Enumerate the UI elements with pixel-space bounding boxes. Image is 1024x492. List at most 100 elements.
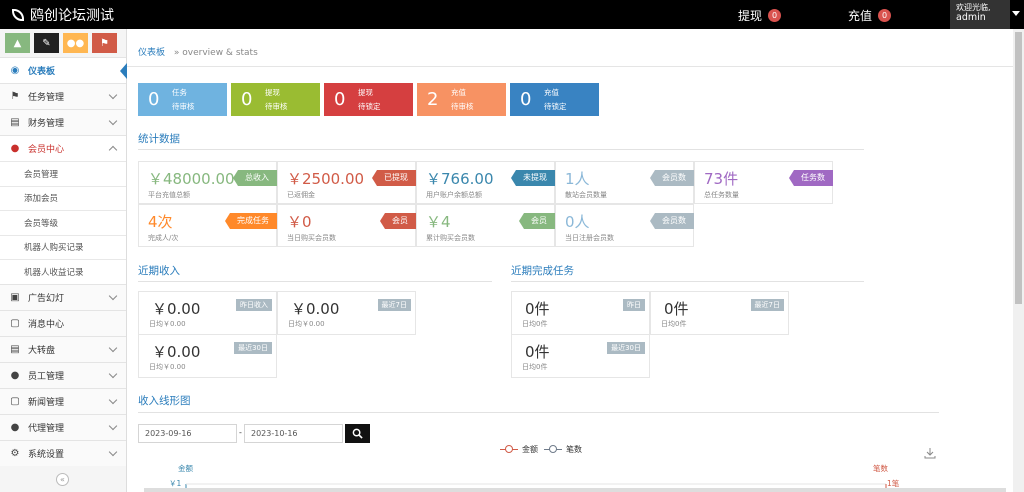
bookmark-icon: ▢ xyxy=(10,317,20,329)
stat-label: 总任务数量 xyxy=(704,191,739,199)
sidebar-subitem-member-manage[interactable]: 会员管理 xyxy=(0,161,126,186)
sidebar-item-label: 大转盘 xyxy=(28,345,56,356)
date-to-input[interactable]: 2023-10-16 xyxy=(244,424,343,443)
recharge-label: 充值 xyxy=(848,9,873,23)
task-card-30days: 0件 日均0件 最近30日 xyxy=(511,334,650,378)
stat-value: ￥766.00 xyxy=(426,170,494,188)
task-value: 0件 xyxy=(525,343,550,361)
sidebar-subitem-robot-purchase[interactable]: 机器人购买记录 xyxy=(0,234,126,259)
sidebar-item-label: 新闻管理 xyxy=(28,397,65,408)
sidebar-item-label: 广告幻灯 xyxy=(28,293,65,304)
infobox-withdraw-pending[interactable]: 0 提现 待审核 xyxy=(231,83,320,116)
sidebar-item-finance[interactable]: ▤ 财务管理 xyxy=(0,109,126,135)
legend-label: 金额 xyxy=(522,445,538,454)
breadcrumb-separator: » xyxy=(173,48,180,58)
tasks-section-title: 近期完成任务 xyxy=(511,265,574,277)
task-tag: 昨日 xyxy=(623,299,645,311)
stat-label: 完成人/次 xyxy=(148,234,179,242)
withdraw-nav[interactable]: 提现 0 xyxy=(738,7,782,24)
sidebar-item-settings[interactable]: ⚙ 系统设置 xyxy=(0,439,126,466)
sidebar-subitem-label: 机器人收益记录 xyxy=(24,267,84,278)
sidebar-item-members[interactable]: ● 会员中心 xyxy=(0,135,126,161)
infobox-recharge-locked[interactable]: 0 充值 待锁定 xyxy=(510,83,599,116)
chevron-down-icon xyxy=(108,90,118,100)
breadcrumb-home[interactable]: 仪表板 xyxy=(138,48,165,58)
sidebar-subitem-add-member[interactable]: 添加会员 xyxy=(0,185,126,210)
recharge-count-badge: 0 xyxy=(878,9,892,22)
stat-tag: 任务数 xyxy=(789,170,833,186)
stat-tag: 会员 xyxy=(519,213,555,229)
sidebar-item-label: 代理管理 xyxy=(28,423,65,434)
infobox-number: 0 xyxy=(334,89,346,110)
search-icon xyxy=(352,428,363,439)
sidebar-item-label: 员工管理 xyxy=(28,371,65,382)
stat-card-today-members: ￥0 当日购买会员数 会员 xyxy=(277,204,416,247)
sidebar-item-staff[interactable]: ● 员工管理 xyxy=(0,361,126,388)
date-from-input[interactable]: 2023-09-16 xyxy=(138,424,237,443)
divider xyxy=(138,149,864,150)
infobox-status: 待审核 xyxy=(265,101,288,111)
sidebar-item-messages[interactable]: ▢ 消息中心 xyxy=(0,309,126,336)
horizontal-scrollbar[interactable] xyxy=(144,488,1006,492)
image-icon: ▣ xyxy=(10,291,20,303)
sidebar-subitem-member-level[interactable]: 会员等级 xyxy=(0,210,126,235)
chevron-down-icon xyxy=(108,291,118,300)
legend-amount[interactable]: 金额 xyxy=(500,444,538,455)
income-average: 日均￥0.00 xyxy=(149,320,186,328)
inbox-icon: ▤ xyxy=(10,343,20,355)
chart-section-title: 收入线形图 xyxy=(138,395,191,407)
sidebar-subitem-robot-income[interactable]: 机器人收益记录 xyxy=(0,259,126,284)
divider xyxy=(511,281,864,282)
infobox-title: 提现 xyxy=(358,87,373,97)
pencil-icon[interactable]: ✎ xyxy=(34,33,59,53)
sidebar-item-tasks[interactable]: ⚑ 任务管理 xyxy=(0,83,126,109)
income-card-30days: ￥0.00 日均￥0.00 最近30日 xyxy=(138,334,277,378)
stat-tag: 会员 xyxy=(380,213,416,229)
sidebar-item-wheel[interactable]: ▤ 大转盘 xyxy=(0,335,126,362)
sidebar: ▲ ✎ ●● ⚑ ◉ 仪表板 ⚑ 任务管理 ▤ 财务管理 ● 会员中心 会员管理 添加会… xyxy=(0,29,127,492)
vertical-scrollbar[interactable] xyxy=(1013,29,1024,492)
sidebar-item-label: 任务管理 xyxy=(28,93,65,103)
sidebar-item-label: 系统设置 xyxy=(28,449,65,460)
sidebar-collapse-button[interactable]: « xyxy=(56,473,69,486)
brand[interactable]: 鸥创论坛测试 xyxy=(12,5,114,25)
income-value: ￥0.00 xyxy=(152,343,201,361)
bell-icon[interactable]: ⚑ xyxy=(92,33,117,53)
breadcrumb: 仪表板 » overview & stats xyxy=(127,29,1013,67)
task-average: 日均0件 xyxy=(522,363,548,371)
download-icon[interactable] xyxy=(924,447,936,459)
user-menu[interactable]: 欢迎光临, admin xyxy=(950,0,1020,29)
infobox-task-pending[interactable]: 0 任务 待审核 xyxy=(138,83,227,116)
top-navbar: 鸥创论坛测试 提现 0 充值 0 欢迎光临, admin xyxy=(0,0,1024,29)
caret-down-icon xyxy=(1012,11,1020,16)
sidebar-item-agents[interactable]: ● 代理管理 xyxy=(0,413,126,440)
flag-icon: ⚑ xyxy=(10,91,20,102)
divider xyxy=(138,412,939,413)
income-value: ￥0.00 xyxy=(152,300,201,318)
stat-label: 用户账户余额总额 xyxy=(426,191,482,199)
chevron-down-icon xyxy=(108,395,118,404)
infobox-withdraw-locked[interactable]: 0 提现 待锁定 xyxy=(324,83,413,116)
infobox-number: 0 xyxy=(520,89,532,110)
dashboard-icon: ◉ xyxy=(10,65,20,76)
stat-card-completions: 4次 完成人/次 完成任务 xyxy=(138,204,277,247)
sidebar-item-dashboard[interactable]: ◉ 仪表板 xyxy=(0,57,127,83)
scrollbar-thumb[interactable] xyxy=(1015,32,1022,304)
search-button[interactable] xyxy=(345,424,370,443)
legend-count[interactable]: 笔数 xyxy=(544,444,582,455)
income-card-7days: ￥0.00 日均￥0.00 最近7日 xyxy=(277,291,416,335)
inbox-icon: ▤ xyxy=(10,117,20,128)
task-value: 0件 xyxy=(525,300,550,318)
sidebar-subitem-label: 添加会员 xyxy=(24,194,59,205)
users-icon[interactable]: ●● xyxy=(63,33,88,53)
sidebar-item-news[interactable]: ▢ 新闻管理 xyxy=(0,387,126,414)
task-tag: 最近30日 xyxy=(607,342,645,354)
sidebar-item-ads[interactable]: ▣ 广告幻灯 xyxy=(0,283,126,310)
sidebar-item-label: 会员中心 xyxy=(28,145,65,155)
infobox-number: 0 xyxy=(148,89,160,110)
recharge-nav[interactable]: 充值 0 xyxy=(848,7,892,24)
infobox-title: 充值 xyxy=(451,87,466,97)
signal-icon[interactable]: ▲ xyxy=(5,33,30,53)
infobox-recharge-pending[interactable]: 2 充值 待审核 xyxy=(417,83,506,116)
sidebar-item-label: 消息中心 xyxy=(28,319,65,330)
